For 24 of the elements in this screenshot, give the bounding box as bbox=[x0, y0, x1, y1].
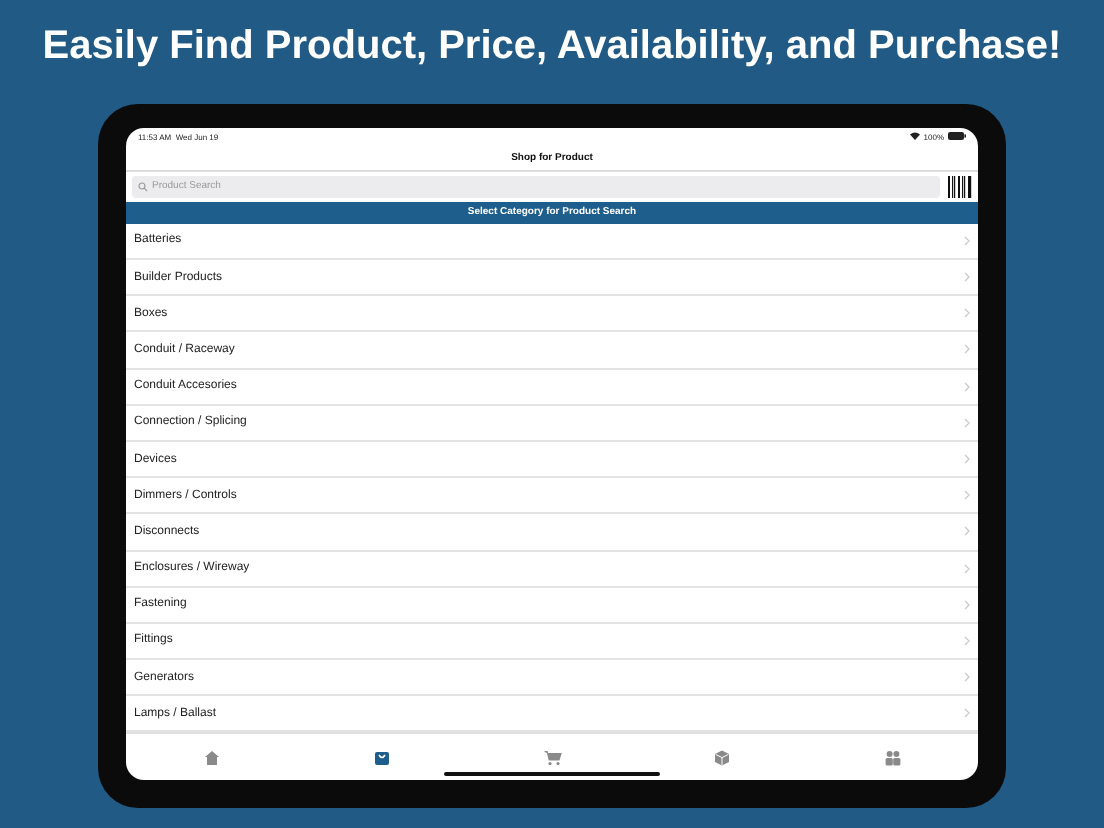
people-icon bbox=[883, 749, 902, 766]
battery-icon bbox=[948, 132, 966, 141]
chevron-icon bbox=[964, 599, 970, 610]
chevron-icon bbox=[964, 344, 970, 355]
box-icon bbox=[714, 749, 731, 766]
chevron-icon bbox=[964, 526, 970, 537]
cart-icon bbox=[543, 749, 561, 766]
chevron-icon bbox=[964, 454, 970, 465]
barcode-icon[interactable] bbox=[948, 175, 972, 198]
wifi-icon bbox=[909, 132, 920, 141]
headline: Easily Find Product, Price, Availability, and Purchase! bbox=[42, 22, 1062, 72]
chevron-icon bbox=[964, 708, 970, 719]
chevron-icon bbox=[964, 308, 970, 319]
chevron-icon bbox=[964, 417, 970, 428]
chevron-icon bbox=[964, 272, 970, 283]
chevron-icon bbox=[964, 381, 970, 392]
chevron-icon bbox=[964, 635, 970, 646]
search-icon bbox=[138, 181, 148, 192]
chevron-icon bbox=[964, 490, 970, 501]
chevron-icon bbox=[964, 563, 970, 574]
chevron-icon bbox=[964, 672, 970, 683]
chevron-icon bbox=[964, 235, 970, 246]
home-icon bbox=[203, 749, 220, 766]
bag-icon bbox=[373, 749, 390, 766]
